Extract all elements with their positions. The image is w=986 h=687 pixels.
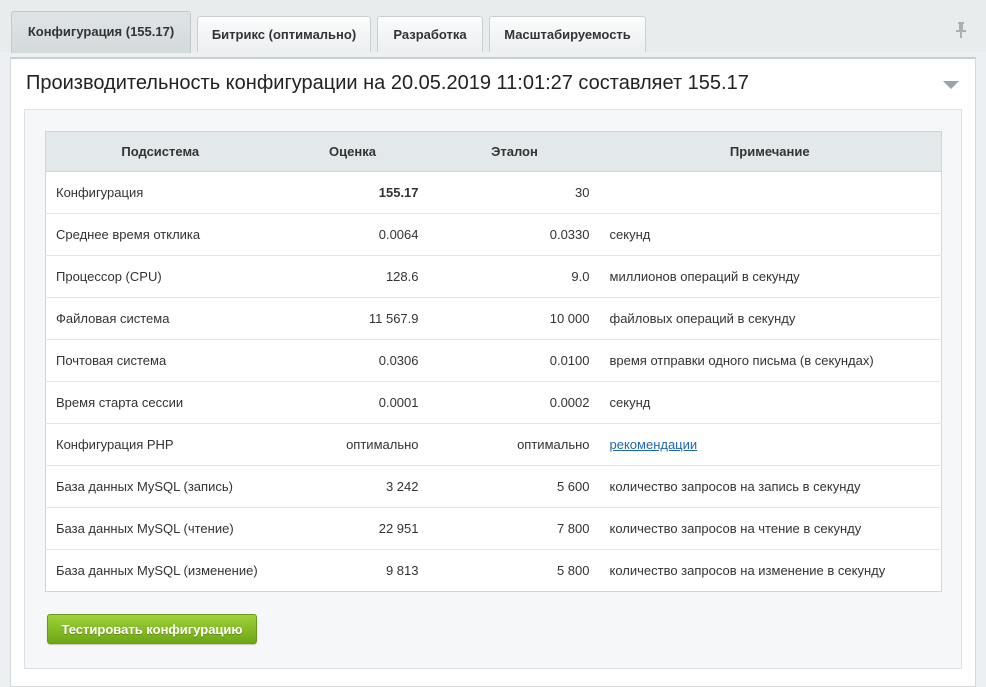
cell-note: время отправки одного письма (в секундах… [599,339,942,382]
cell-note: количество запросов на чтение в секунду [599,507,942,550]
performance-panel: Производительность конфигурации на 20.05… [10,57,976,687]
cell-reference: оптимально [428,423,600,466]
cell-reference: 5 800 [428,549,600,592]
cell-note: количество запросов на изменение в секун… [599,549,942,592]
performance-table: Подсистема Оценка Эталон Примечание Конф… [45,131,942,592]
cell-reference: 30 [428,171,600,214]
cell-reference: 9.0 [428,255,600,298]
cell-note [599,171,942,214]
cell-note: рекомендации [599,423,942,466]
cell-score: 9 813 [275,549,429,592]
cell-subsystem: База данных MySQL (запись) [45,465,276,508]
table-row: Конфигурация 155.17 30 [45,171,942,214]
cell-note: количество запросов на запись в секунду [599,465,942,508]
table-header-row: Подсистема Оценка Эталон Примечание [45,131,942,172]
header-subsystem: Подсистема [45,131,276,172]
cell-subsystem: Конфигурация PHP [45,423,276,466]
header-score: Оценка [275,131,429,172]
cell-subsystem: Процессор (CPU) [45,255,276,298]
cell-reference: 10 000 [428,297,600,340]
cell-score: 128.6 [275,255,429,298]
header-reference: Эталон [428,131,600,172]
table-row: Файловая система 11 567.9 10 000 файловы… [45,297,942,340]
table-row: Конфигурация PHP оптимально оптимально р… [45,423,942,466]
cell-subsystem: Среднее время отклика [45,213,276,256]
table-row: Среднее время отклика 0.0064 0.0330 секу… [45,213,942,256]
cell-subsystem: Почтовая система [45,339,276,382]
cell-score: 11 567.9 [275,297,429,340]
cell-subsystem: Время старта сессии [45,381,276,424]
cell-reference: 0.0330 [428,213,600,256]
cell-score: 0.0001 [275,381,429,424]
cell-score: 0.0064 [275,213,429,256]
test-configuration-button[interactable]: Тестировать конфигурацию [47,614,257,644]
tab-development[interactable]: Разработка [377,16,483,52]
panel-content: Подсистема Оценка Эталон Примечание Конф… [24,109,962,669]
cell-reference: 0.0100 [428,339,600,382]
tab-configuration[interactable]: Конфигурация (155.17) [11,11,191,53]
page-title: Производительность конфигурации на 20.05… [26,72,749,94]
table-row: Время старта сессии 0.0001 0.0002 секунд [45,381,942,424]
tab-scalability[interactable]: Масштабируемость [489,16,646,52]
table-row: Почтовая система 0.0306 0.0100 время отп… [45,339,942,382]
table-row: База данных MySQL (запись) 3 242 5 600 к… [45,465,942,508]
cell-subsystem: База данных MySQL (изменение) [45,549,276,592]
table-row: База данных MySQL (чтение) 22 951 7 800 … [45,507,942,550]
table-row: Процессор (CPU) 128.6 9.0 миллионов опер… [45,255,942,298]
cell-score: 22 951 [275,507,429,550]
cell-note: секунд [599,381,942,424]
tab-label: Разработка [393,27,467,42]
cell-reference: 7 800 [428,507,600,550]
tab-label: Битрикс (оптимально) [211,27,357,42]
pin-icon[interactable] [954,21,968,39]
collapse-arrow-icon[interactable] [943,81,959,89]
header-note: Примечание [599,131,942,172]
cell-score: 155.17 [275,171,429,214]
cell-subsystem: База данных MySQL (чтение) [45,507,276,550]
cell-note: секунд [599,213,942,256]
tab-bitrix[interactable]: Битрикс (оптимально) [197,16,371,52]
table-row: База данных MySQL (изменение) 9 813 5 80… [45,549,942,592]
tab-bar: Конфигурация (155.17) Битрикс (оптимальн… [0,0,986,53]
cell-note: файловых операций в секунду [599,297,942,340]
cell-score: 0.0306 [275,339,429,382]
cell-reference: 5 600 [428,465,600,508]
cell-score: 3 242 [275,465,429,508]
recommendations-link[interactable]: рекомендации [610,437,698,452]
tab-label: Конфигурация (155.17) [27,24,175,39]
cell-subsystem: Конфигурация [45,171,276,214]
cell-subsystem: Файловая система [45,297,276,340]
cell-note: миллионов операций в секунду [599,255,942,298]
cell-score: оптимально [275,423,429,466]
tab-label: Масштабируемость [504,27,631,42]
cell-reference: 0.0002 [428,381,600,424]
